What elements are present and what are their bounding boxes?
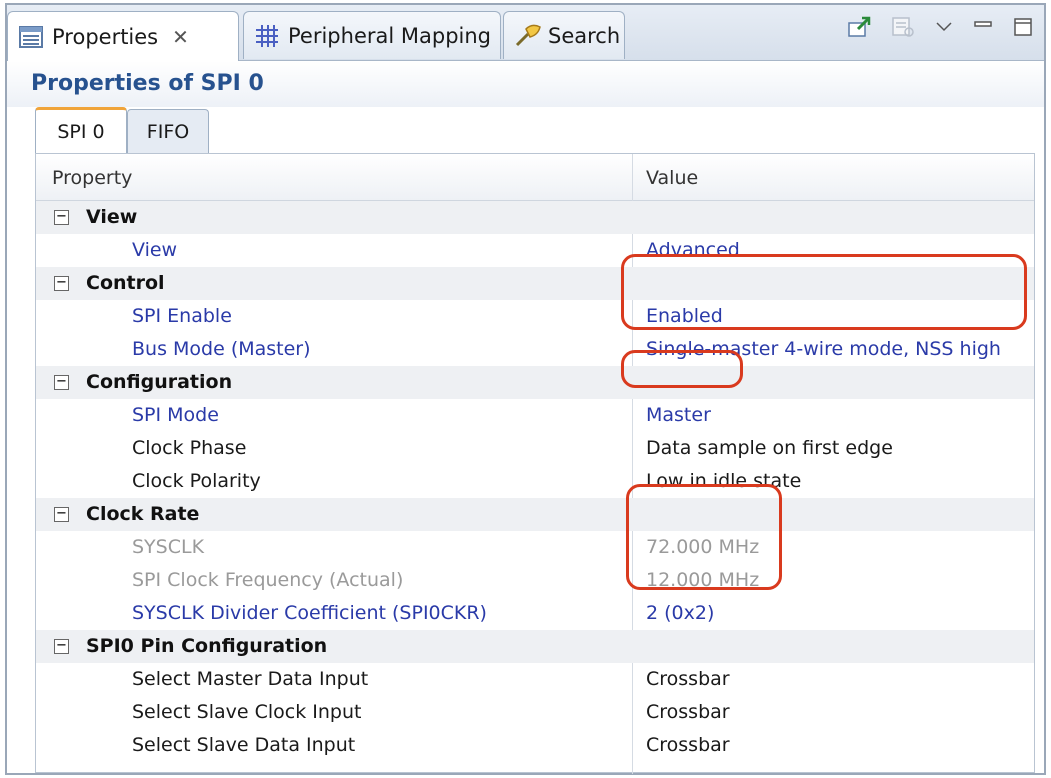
property-label: View bbox=[132, 239, 178, 261]
property-label: Clock Phase bbox=[132, 437, 247, 459]
property-row[interactable]: SYSCLK Divider Coefficient (SPI0CKR) 2 (0… bbox=[36, 597, 1034, 630]
close-icon[interactable]: ✕ bbox=[172, 25, 189, 49]
category-row[interactable]: − View bbox=[36, 201, 1034, 234]
category-row[interactable]: − SPI0 Pin Configuration bbox=[36, 630, 1034, 663]
tab-search-label: Search bbox=[548, 23, 621, 48]
property-label: SPI Clock Frequency (Actual) bbox=[132, 569, 404, 591]
tab-fifo[interactable]: FIFO bbox=[127, 109, 209, 153]
property-label: SYSCLK Divider Coefficient (SPI0CKR) bbox=[132, 602, 487, 624]
property-row[interactable]: Select Master Data Input Crossbar bbox=[36, 663, 1034, 696]
property-value[interactable]: Data sample on first edge bbox=[646, 437, 893, 459]
properties-icon bbox=[18, 24, 44, 50]
property-value[interactable]: 2 (0x2) bbox=[646, 602, 714, 624]
minimize-icon[interactable] bbox=[972, 17, 994, 41]
property-row[interactable]: SPI Mode Master bbox=[36, 399, 1034, 432]
property-label: SPI Enable bbox=[132, 305, 232, 327]
property-row[interactable]: Clock Phase Data sample on first edge bbox=[36, 432, 1034, 465]
search-icon bbox=[514, 23, 541, 49]
category-label: Control bbox=[86, 272, 165, 294]
collapse-icon[interactable]: − bbox=[54, 375, 69, 390]
property-label: SPI Mode bbox=[132, 404, 219, 426]
properties-panel: Properties of SPI 0 SPI 0 FIFO Property … bbox=[7, 61, 1044, 774]
category-label: SPI0 Pin Configuration bbox=[86, 635, 328, 657]
collapse-icon[interactable]: − bbox=[54, 507, 69, 522]
property-label: Select Master Data Input bbox=[132, 668, 369, 690]
property-row[interactable]: SYSCLK 72.000 MHz bbox=[36, 531, 1034, 564]
highlight-control-values bbox=[621, 254, 1027, 330]
collapse-icon[interactable]: − bbox=[54, 210, 69, 225]
tab-properties[interactable]: Properties ✕ bbox=[7, 11, 239, 61]
collapse-icon[interactable]: − bbox=[54, 276, 69, 291]
property-row[interactable]: Select Slave Data Input Crossbar bbox=[36, 729, 1034, 762]
property-value[interactable]: Crossbar bbox=[646, 734, 730, 756]
collapse-icon[interactable]: − bbox=[54, 639, 69, 654]
property-row[interactable]: Bus Mode (Master) Single-master 4-wire mo… bbox=[36, 333, 1034, 366]
property-row[interactable]: SPI Clock Frequency (Actual) 12.000 MHz bbox=[36, 564, 1034, 597]
category-label: Configuration bbox=[86, 371, 233, 393]
view-tab-bar: Properties ✕ Peripheral Mapping Search bbox=[7, 5, 1044, 61]
highlight-clock-rate bbox=[626, 484, 782, 590]
grid-icon bbox=[254, 23, 280, 49]
tab-spi0[interactable]: SPI 0 bbox=[35, 107, 127, 153]
category-row[interactable]: − Configuration bbox=[36, 366, 1034, 399]
category-label: Clock Rate bbox=[86, 503, 200, 525]
property-value[interactable]: Crossbar bbox=[646, 701, 730, 723]
column-header-property[interactable]: Property bbox=[52, 167, 132, 189]
properties-view: Properties ✕ Peripheral Mapping Search P… bbox=[5, 3, 1046, 775]
maximize-icon[interactable] bbox=[1012, 16, 1034, 42]
tab-peripheral-mapping[interactable]: Peripheral Mapping bbox=[243, 11, 501, 59]
view-menu-icon[interactable] bbox=[934, 17, 954, 41]
property-label: Select Slave Clock Input bbox=[132, 701, 362, 723]
property-value[interactable]: Master bbox=[646, 404, 711, 426]
highlight-spi-mode bbox=[621, 350, 743, 388]
category-row[interactable]: − Clock Rate bbox=[36, 498, 1034, 531]
property-row[interactable]: Select Slave Clock Input Crossbar bbox=[36, 696, 1034, 729]
pin-view-icon[interactable] bbox=[846, 15, 872, 43]
tab-properties-label: Properties bbox=[52, 24, 159, 49]
tab-search[interactable]: Search bbox=[503, 11, 625, 59]
property-label: Bus Mode (Master) bbox=[132, 338, 311, 360]
table-header: Property Value bbox=[36, 154, 1034, 201]
property-label: Select Slave Data Input bbox=[132, 734, 356, 756]
column-header-value[interactable]: Value bbox=[646, 167, 698, 189]
property-value[interactable]: Crossbar bbox=[646, 668, 730, 690]
tab-peripheral-mapping-label: Peripheral Mapping bbox=[288, 23, 491, 48]
property-label: SYSCLK bbox=[132, 536, 205, 558]
category-label: View bbox=[86, 206, 138, 228]
property-label: Clock Polarity bbox=[132, 470, 261, 492]
property-table: Property Value − View View Advanced − Control… bbox=[35, 153, 1035, 774]
filter-icon[interactable] bbox=[890, 15, 916, 43]
property-row[interactable]: Clock Polarity Low in idle state bbox=[36, 465, 1034, 498]
panel-title: Properties of SPI 0 bbox=[7, 61, 1044, 107]
